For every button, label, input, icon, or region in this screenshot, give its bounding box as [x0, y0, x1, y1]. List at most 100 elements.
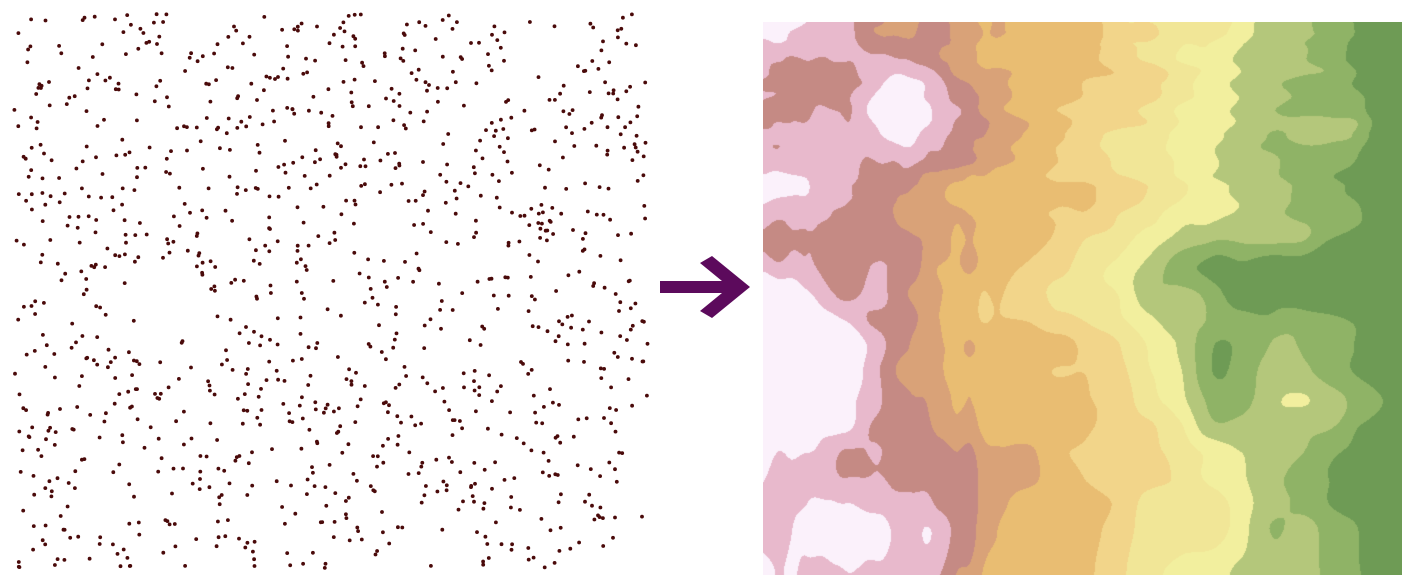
sample-point [401, 31, 406, 36]
sample-point [351, 34, 356, 39]
sample-point [102, 117, 106, 122]
sample-point [158, 78, 163, 83]
sample-point [234, 455, 239, 459]
sample-point [359, 537, 364, 542]
sample-point [324, 503, 329, 508]
sample-point [387, 541, 392, 546]
sample-point [509, 547, 514, 552]
sample-point [332, 32, 336, 37]
sample-point [276, 377, 280, 382]
sample-point [376, 125, 380, 130]
sample-point [295, 249, 300, 253]
sample-point [548, 220, 553, 224]
sample-point [611, 91, 616, 96]
sample-point [280, 505, 284, 509]
sample-point [384, 285, 389, 289]
sample-point [40, 191, 45, 195]
sample-point [505, 275, 510, 280]
sample-point [417, 20, 422, 25]
sample-point [44, 343, 49, 348]
sample-point [540, 221, 544, 226]
sample-point [92, 265, 97, 270]
sample-point [259, 334, 264, 339]
sample-point [200, 54, 205, 59]
sample-point [21, 508, 26, 513]
sample-point [344, 499, 348, 503]
sample-point [378, 190, 382, 195]
sample-point [379, 350, 384, 354]
sample-point [601, 544, 606, 548]
sample-point [241, 278, 246, 283]
sample-point [441, 479, 446, 484]
sample-point [310, 465, 314, 469]
sample-point [63, 271, 68, 276]
sample-point [363, 164, 368, 169]
sample-point [226, 518, 230, 522]
sample-point [258, 343, 262, 348]
sample-point [177, 224, 182, 228]
sample-point [499, 384, 503, 388]
sample-point [129, 22, 133, 27]
sample-point [342, 29, 347, 34]
sample-point [354, 370, 358, 375]
sample-point [235, 185, 240, 190]
sample-point [57, 200, 62, 205]
sample-point [256, 394, 261, 399]
sample-point [161, 20, 166, 24]
sample-point [618, 334, 623, 338]
sample-point [530, 324, 535, 329]
sample-point [295, 24, 300, 29]
sample-point [147, 39, 152, 44]
sample-point [239, 119, 244, 124]
sample-point [305, 492, 309, 496]
sample-point [291, 160, 296, 165]
sample-point [536, 221, 541, 225]
sample-point [616, 115, 621, 120]
sample-point [472, 379, 476, 383]
sample-point [117, 392, 122, 396]
sample-point [602, 285, 607, 290]
sample-point [165, 95, 169, 100]
sample-point [185, 125, 189, 129]
sample-point [106, 365, 110, 370]
sample-point [594, 143, 599, 148]
sample-point [422, 189, 427, 194]
sample-point [349, 379, 354, 383]
sample-point [340, 450, 345, 455]
sample-point [111, 542, 115, 547]
sample-point [568, 546, 573, 551]
sample-point [77, 240, 82, 245]
sample-point [164, 170, 169, 174]
sample-point [489, 121, 494, 125]
sample-point [375, 454, 380, 459]
sample-point [29, 168, 34, 173]
sample-point [137, 532, 142, 537]
sample-point [469, 41, 473, 45]
sample-point [159, 456, 164, 461]
sample-point [302, 296, 306, 301]
sample-point [127, 521, 132, 526]
sample-point [136, 255, 141, 260]
sample-point [478, 138, 482, 143]
sample-point [322, 566, 327, 570]
sample-point [75, 225, 80, 230]
sample-point [62, 527, 67, 532]
sample-point [558, 440, 563, 445]
sample-point [628, 120, 633, 125]
sample-point [419, 500, 424, 505]
sample-point [40, 219, 45, 224]
sample-point [602, 367, 606, 371]
sample-point [526, 372, 531, 376]
sample-point [226, 35, 231, 39]
sample-point [327, 41, 332, 46]
sample-point [402, 365, 407, 369]
sample-point [450, 27, 455, 31]
sample-point [370, 295, 375, 300]
sample-point [263, 243, 268, 248]
sample-point [200, 270, 205, 275]
sample-point [308, 186, 313, 191]
sample-point [272, 119, 276, 124]
sample-point [416, 471, 421, 475]
sample-point [546, 167, 551, 172]
sample-point [528, 275, 533, 279]
